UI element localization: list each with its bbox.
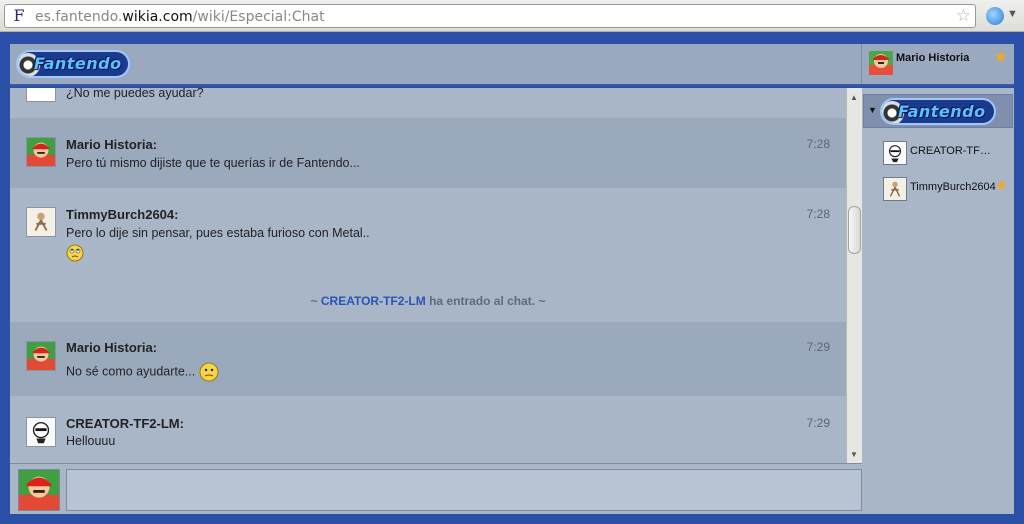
scroll-down-icon[interactable]: ▼ <box>850 450 858 459</box>
bookmark-star-icon[interactable]: ☆ <box>956 6 971 26</box>
message-text: Hellouuu <box>66 434 116 448</box>
mario-avatar-icon <box>26 137 56 167</box>
message-text: Pero tú mismo dijiste que te querías ir … <box>66 156 360 170</box>
music-icon[interactable] <box>986 7 1004 25</box>
chat-message: ¿No me puedes ayudar? <box>10 88 846 118</box>
user-avatar-icon <box>883 177 907 201</box>
chat-message: TimmyBurch2604: 7:28 Pero lo dije sin pe… <box>10 188 846 282</box>
message-text: Pero lo dije sin pensar, pues estaba fur… <box>66 226 370 240</box>
chevron-down-icon[interactable]: ▼ <box>1007 8 1018 20</box>
mario-avatar-icon <box>26 341 56 371</box>
message-time: 7:28 <box>806 137 830 151</box>
confused-emoticon <box>199 362 219 382</box>
message-time: 7:29 <box>806 416 830 430</box>
system-message-user[interactable]: CREATOR-TF2-LM <box>321 294 426 308</box>
message-scrollbar[interactable]: ▲ ▼ <box>846 88 862 463</box>
current-user-panel[interactable]: Mario Historia ★ <box>861 44 1014 84</box>
current-user-name: Mario Historia <box>896 52 970 64</box>
star-icon: ★ <box>994 177 1008 194</box>
address-url[interactable]: es.fantendo.wikia.com/wiki/Especial:Chat <box>35 9 325 25</box>
address-bar[interactable]: F es.fantendo.wikia.com/wiki/Especial:Ch… <box>4 4 976 28</box>
message-list[interactable]: ¿No me puedes ayudar? Mario Historia: 7:… <box>10 88 846 463</box>
message-input[interactable] <box>66 469 862 511</box>
user-avatar-icon <box>26 417 56 447</box>
room-name: Fantendo <box>898 102 986 121</box>
logo-text: Fantendo <box>34 54 122 73</box>
browser-toolbar: F es.fantendo.wikia.com/wiki/Especial:Ch… <box>0 0 1024 32</box>
user-list-panel: ▼ Fantendo CREATOR-TF2-LM TimmyBurch2604… <box>862 88 1014 514</box>
user-list-name: TimmyBurch2604 <box>910 181 996 193</box>
site-favicon-icon: F <box>13 6 25 25</box>
chat-message: CREATOR-TF2-LM: 7:29 Hellouuu <box>10 396 846 463</box>
system-message: ~ CREATOR-TF2-LM ha entrado al chat. ~ <box>310 294 546 308</box>
mario-avatar-icon <box>18 469 60 511</box>
message-time: 7:28 <box>806 207 830 221</box>
message-composer <box>10 463 862 514</box>
scrollbar-thumb[interactable] <box>848 206 861 254</box>
message-username[interactable]: CREATOR-TF2-LM: <box>66 416 184 431</box>
star-icon: ★ <box>993 49 1008 66</box>
chat-message: Mario Historia: 7:29 No sé como ayudarte… <box>10 322 846 396</box>
message-text: No sé como ayudarte... <box>66 362 219 382</box>
message-username[interactable]: TimmyBurch2604: <box>66 207 178 222</box>
rolling-eyes-emoticon <box>66 244 84 262</box>
user-avatar <box>26 88 56 102</box>
user-list-name: CREATOR-TF2-LM <box>910 145 996 157</box>
message-username[interactable]: Mario Historia: <box>66 137 157 152</box>
scroll-up-icon[interactable]: ▲ <box>850 93 858 102</box>
room-logo: Fantendo <box>880 98 996 125</box>
user-avatar-icon <box>26 207 56 237</box>
chat-header: Fantendo Mario Historia ★ <box>10 44 1014 86</box>
user-list-item[interactable]: CREATOR-TF2-LM <box>862 139 1014 167</box>
user-list-item[interactable]: TimmyBurch2604 ★ <box>862 175 1014 203</box>
room-header[interactable]: ▼ Fantendo <box>863 94 1013 128</box>
chat-message: Mario Historia: 7:28 Pero tú mismo dijis… <box>10 118 846 188</box>
message-username[interactable]: Mario Historia: <box>66 340 157 355</box>
collapse-arrow-icon[interactable]: ▼ <box>868 105 877 115</box>
user-avatar-icon <box>883 141 907 165</box>
site-logo[interactable]: Fantendo <box>16 50 130 78</box>
message-time: 7:29 <box>806 340 830 354</box>
message-text: ¿No me puedes ayudar? <box>66 88 204 100</box>
mario-avatar-icon <box>869 51 893 75</box>
